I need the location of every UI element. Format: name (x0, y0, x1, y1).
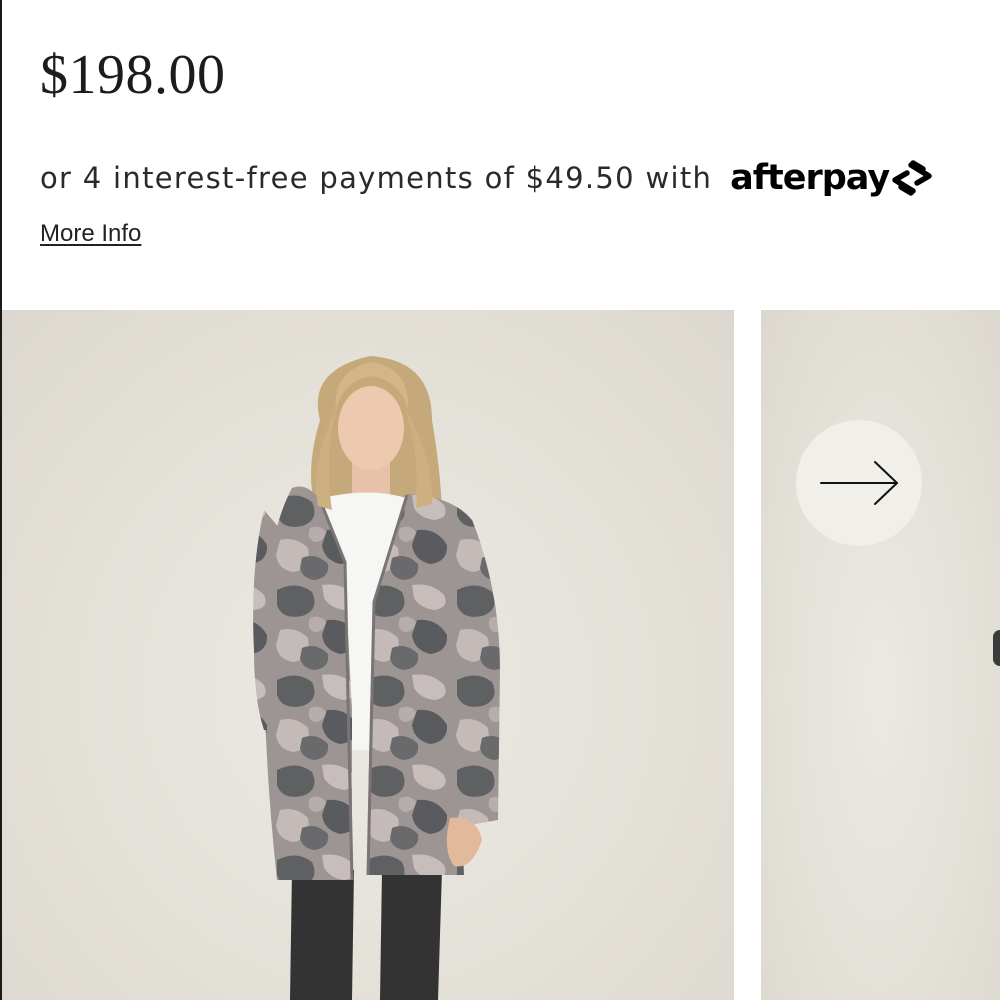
gallery-slide-next[interactable] (761, 310, 1000, 1000)
gallery-slide-main[interactable] (2, 310, 734, 1000)
afterpay-wordmark: afterpay (730, 158, 890, 198)
afterpay-installment-text: or 4 interest-free payments of $49.50 wi… (40, 161, 713, 195)
product-price: $198.00 (40, 44, 226, 106)
afterpay-logo: afterpay (730, 157, 937, 199)
next-image-button[interactable] (796, 420, 922, 546)
arrow-right-icon (820, 461, 898, 505)
afterpay-arrows-icon (892, 160, 932, 196)
product-image-gallery (0, 310, 1000, 1000)
afterpay-installment-row: or 4 interest-free payments of $49.50 wi… (40, 152, 980, 204)
model-camo-hooded-cardigan-photo (253, 356, 500, 1000)
more-info-link[interactable]: More Info (40, 220, 141, 248)
next-slide-peek-edge (993, 630, 1000, 666)
